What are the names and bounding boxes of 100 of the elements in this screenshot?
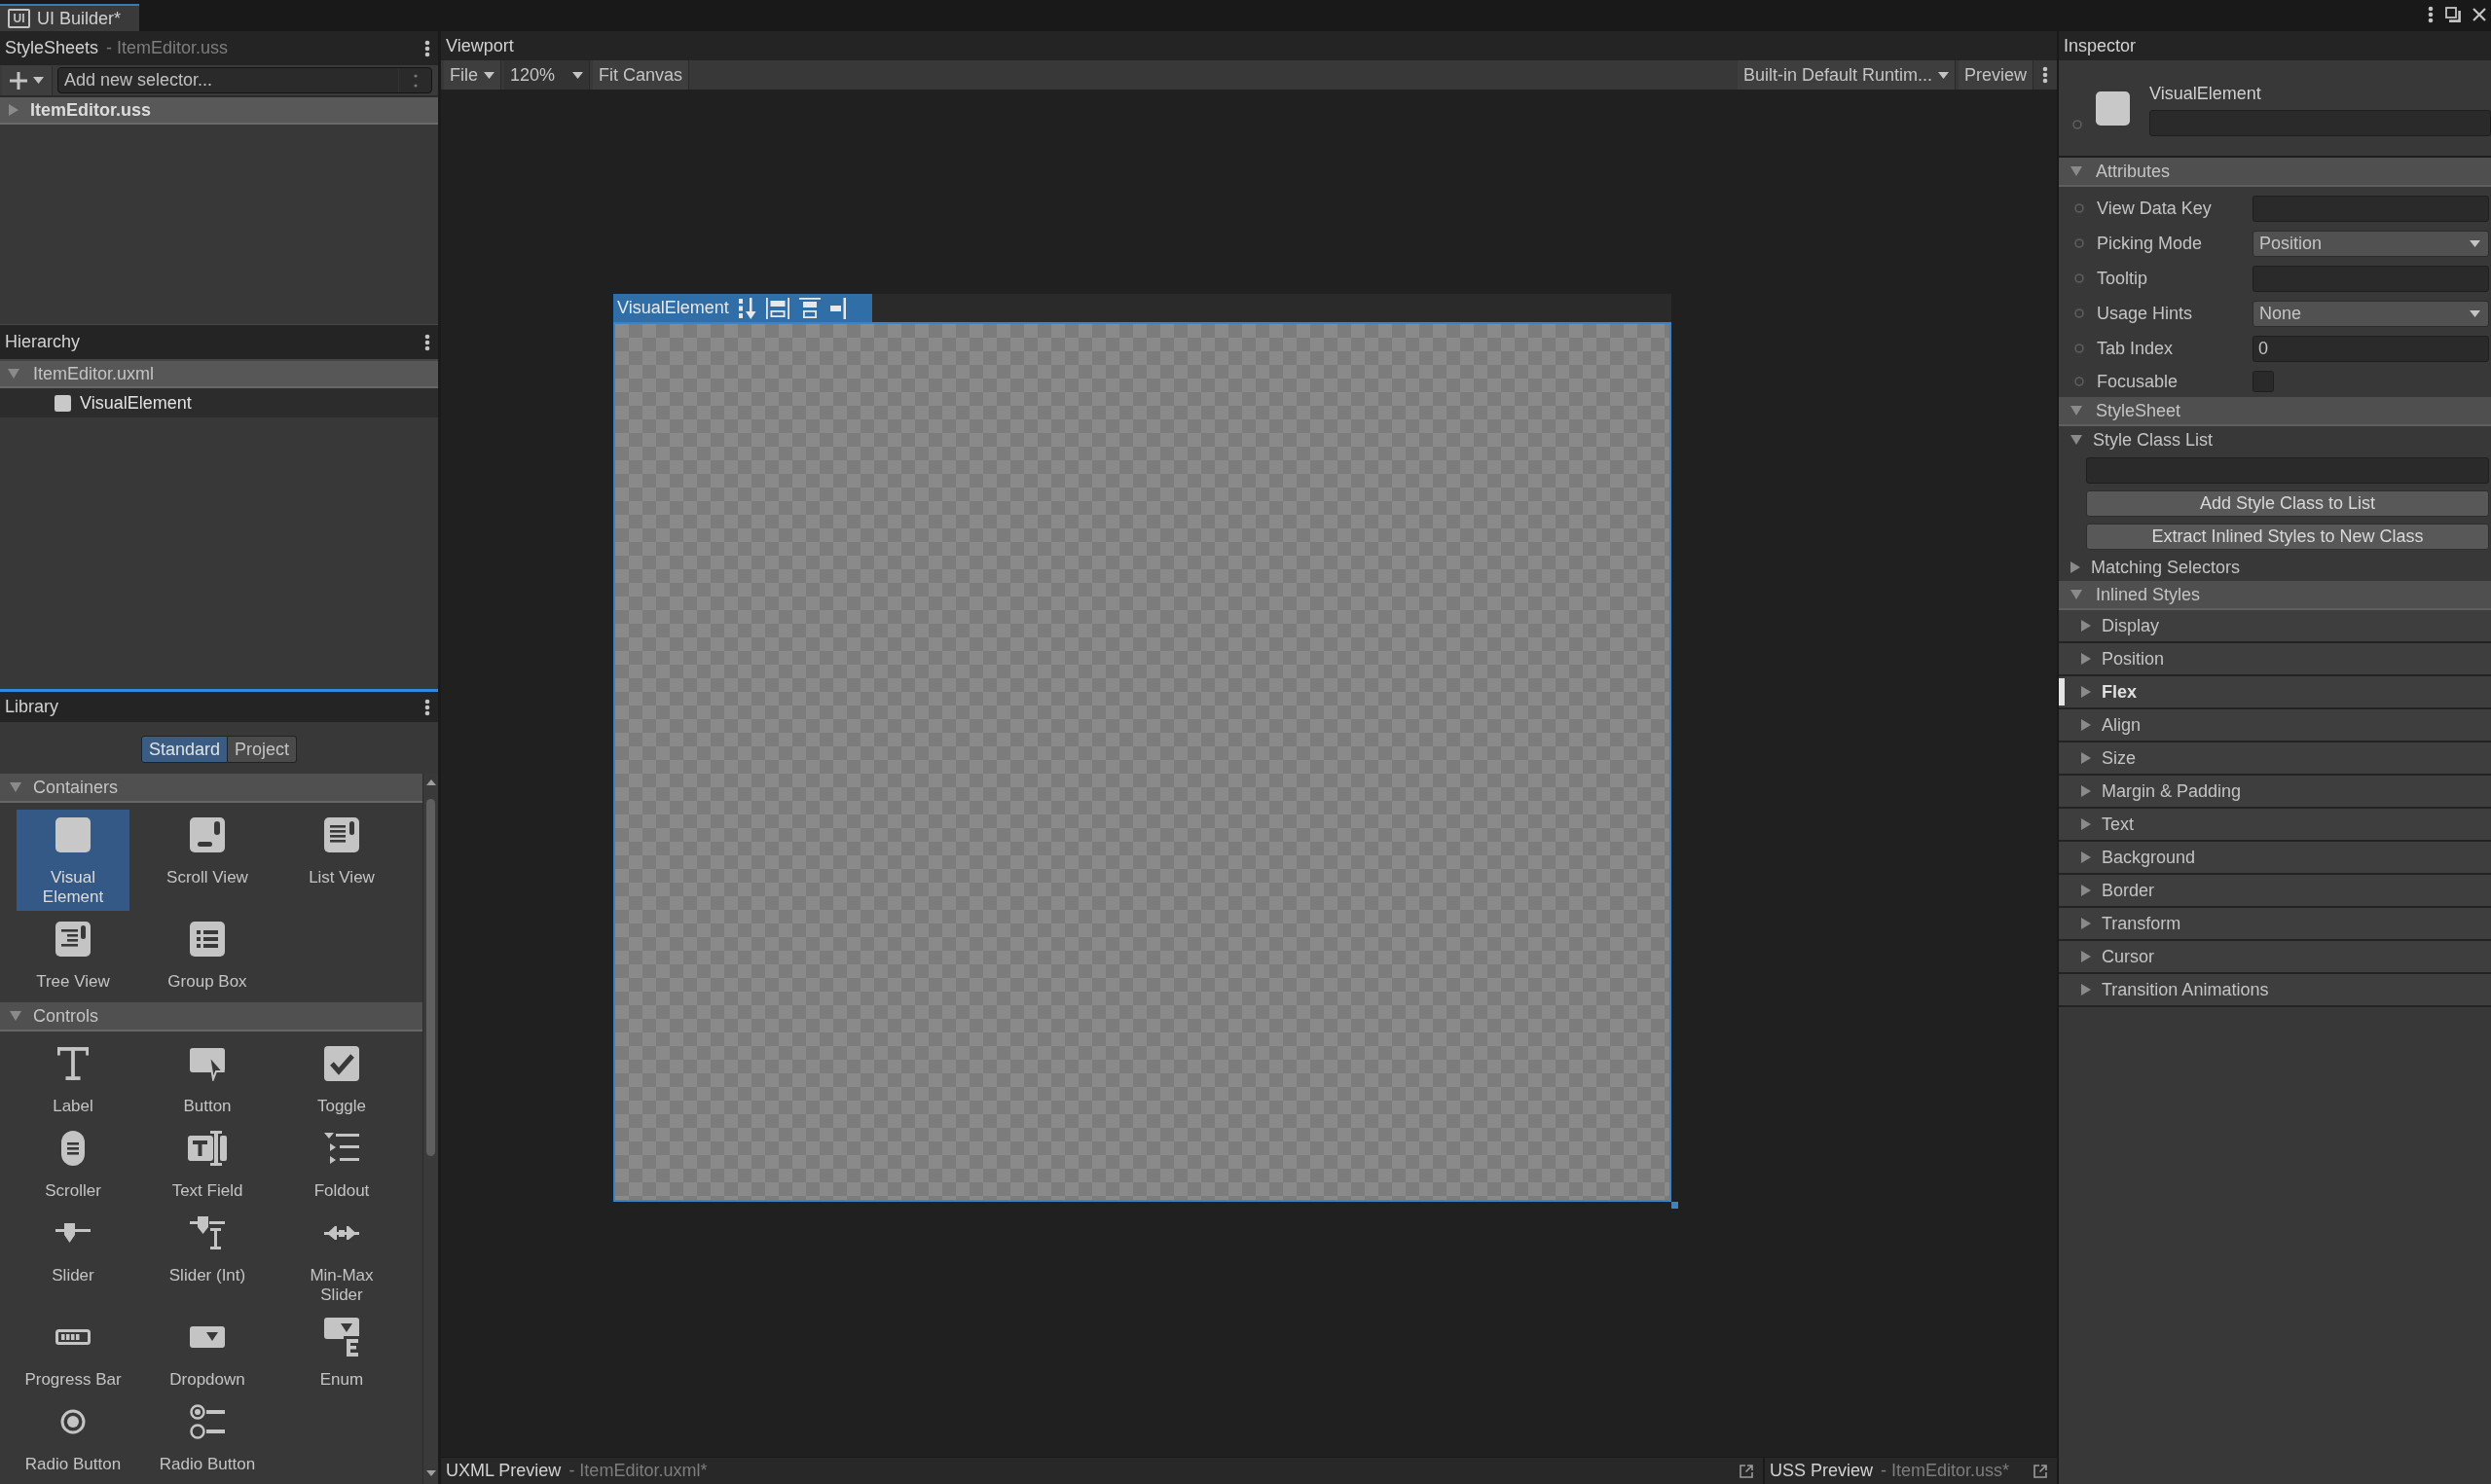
disclosure-triangle-icon[interactable] bbox=[2070, 435, 2082, 445]
disclosure-triangle-icon[interactable] bbox=[10, 1011, 21, 1021]
maximize-icon[interactable] bbox=[2445, 7, 2461, 22]
section-header[interactable]: Controls bbox=[0, 1002, 422, 1032]
library-item[interactable]: Dropdown bbox=[151, 1312, 264, 1394]
style-group-header[interactable]: Transition Animations bbox=[2059, 974, 2491, 1007]
colon-icon[interactable] bbox=[413, 73, 418, 88]
disclosure-triangle-icon[interactable] bbox=[2081, 719, 2091, 731]
kebab-menu-icon[interactable] bbox=[2428, 6, 2434, 23]
library-item[interactable]: Slider (Int) bbox=[151, 1208, 264, 1289]
dropdown-field[interactable]: Position bbox=[2253, 230, 2489, 257]
align-right-icon[interactable] bbox=[829, 297, 846, 319]
dropdown-field[interactable]: None bbox=[2253, 300, 2489, 327]
selector-field[interactable]: Add new selector... bbox=[57, 67, 432, 93]
selected-element-tab[interactable]: VisualElement bbox=[613, 294, 872, 322]
foldout-header[interactable]: Matching Selectors bbox=[2059, 554, 2491, 581]
disclosure-triangle-icon[interactable] bbox=[2070, 166, 2082, 176]
fit-canvas-button[interactable]: Fit Canvas bbox=[593, 60, 690, 90]
disclosure-triangle-icon[interactable] bbox=[2081, 885, 2091, 896]
kebab-menu-icon[interactable] bbox=[424, 39, 430, 57]
window-tab[interactable]: UI UI Builder* bbox=[0, 4, 139, 31]
action-button[interactable]: Add Style Class to List bbox=[2086, 490, 2489, 517]
library-item[interactable]: Text Field bbox=[151, 1123, 264, 1205]
kebab-menu-icon[interactable] bbox=[2042, 66, 2048, 84]
kebab-menu-icon[interactable] bbox=[424, 698, 430, 716]
disclosure-triangle-icon[interactable] bbox=[10, 782, 21, 792]
text-field[interactable]: 0 bbox=[2253, 335, 2489, 362]
style-group-header[interactable]: Display bbox=[2059, 610, 2491, 643]
open-external-icon[interactable] bbox=[2033, 1464, 2047, 1478]
library-item[interactable]: Slider bbox=[17, 1208, 129, 1289]
open-external-icon[interactable] bbox=[1740, 1464, 1753, 1478]
section-header[interactable]: StyleSheet bbox=[2059, 397, 2491, 426]
action-button[interactable]: Extract Inlined Styles to New Class bbox=[2086, 524, 2489, 550]
library-item[interactable]: List View bbox=[285, 810, 398, 891]
library-item[interactable]: Radio Button bbox=[151, 1396, 264, 1478]
library-item[interactable]: Button bbox=[151, 1038, 264, 1120]
library-item[interactable]: Label bbox=[17, 1038, 129, 1120]
section-header[interactable]: Inlined Styles bbox=[2059, 581, 2491, 610]
style-group-header[interactable]: Cursor bbox=[2059, 941, 2491, 974]
style-group-header[interactable]: Background bbox=[2059, 842, 2491, 875]
library-item[interactable]: Scroll View bbox=[151, 810, 264, 891]
library-item[interactable]: Progress Bar bbox=[17, 1312, 129, 1394]
stylesheet-item[interactable]: ItemEditor.uss bbox=[0, 97, 438, 125]
disclosure-triangle-icon[interactable] bbox=[2081, 785, 2091, 797]
disclosure-triangle-icon[interactable] bbox=[2081, 918, 2091, 929]
library-item[interactable]: Enum bbox=[285, 1312, 398, 1394]
disclosure-triangle-icon[interactable] bbox=[2070, 561, 2080, 573]
style-group-header[interactable]: Position bbox=[2059, 643, 2491, 676]
disclosure-triangle-icon[interactable] bbox=[2081, 984, 2091, 995]
resize-handle[interactable] bbox=[1671, 1202, 1678, 1209]
disclosure-triangle-icon[interactable] bbox=[2081, 752, 2091, 764]
text-field[interactable] bbox=[2253, 195, 2489, 222]
section-header[interactable]: Attributes bbox=[2059, 158, 2491, 187]
style-group-header[interactable]: Size bbox=[2059, 742, 2491, 776]
disclosure-triangle-icon[interactable] bbox=[2081, 686, 2091, 698]
library-item[interactable]: Tree View bbox=[17, 914, 129, 995]
name-field[interactable] bbox=[2149, 110, 2491, 136]
style-group-header[interactable]: Margin & Padding bbox=[2059, 776, 2491, 809]
scroll-down-icon[interactable] bbox=[425, 1470, 436, 1476]
library-item[interactable]: Min-Max Slider bbox=[285, 1208, 398, 1309]
preview-title[interactable]: UXML Preview bbox=[446, 1461, 562, 1481]
preview-button[interactable]: Preview bbox=[1958, 60, 2033, 90]
checkbox[interactable] bbox=[2253, 371, 2274, 392]
stacked-bars-icon[interactable] bbox=[765, 297, 789, 319]
style-group-header[interactable]: Flex bbox=[2059, 676, 2491, 709]
style-group-header[interactable]: Align bbox=[2059, 709, 2491, 742]
add-selector-button[interactable] bbox=[2, 65, 53, 95]
library-item[interactable]: Scroller bbox=[17, 1123, 129, 1205]
library-tab[interactable]: Project bbox=[228, 736, 298, 763]
library-tab[interactable]: Standard bbox=[140, 736, 228, 763]
style-group-header[interactable]: Transform bbox=[2059, 908, 2491, 941]
disclosure-triangle-icon[interactable] bbox=[2081, 818, 2091, 830]
disclosure-triangle-icon[interactable] bbox=[2070, 590, 2082, 599]
disclosure-triangle-icon[interactable] bbox=[2081, 620, 2091, 632]
text-field[interactable] bbox=[2253, 265, 2489, 292]
disclosure-triangle-icon[interactable] bbox=[9, 104, 18, 116]
library-item[interactable]: Group Box bbox=[151, 914, 264, 995]
library-item[interactable]: Radio Button bbox=[17, 1396, 129, 1478]
scrollbar-thumb[interactable] bbox=[426, 799, 435, 1156]
library-item[interactable]: Toggle bbox=[285, 1038, 398, 1120]
hierarchy-item[interactable]: ItemEditor.uxml bbox=[0, 361, 438, 388]
zoom-dropdown[interactable]: 120% bbox=[504, 60, 590, 90]
scroll-up-icon[interactable] bbox=[425, 779, 436, 785]
disclosure-triangle-icon[interactable] bbox=[2081, 653, 2091, 665]
align-top-icon[interactable] bbox=[798, 297, 821, 319]
disclosure-triangle-icon[interactable] bbox=[2081, 851, 2091, 863]
hierarchy-item[interactable]: VisualElement bbox=[0, 388, 438, 417]
disclosure-triangle-icon[interactable] bbox=[8, 369, 19, 379]
kebab-menu-icon[interactable] bbox=[424, 333, 430, 351]
library-item[interactable]: Foldout bbox=[285, 1123, 398, 1205]
file-menu[interactable]: File bbox=[444, 60, 501, 90]
close-icon[interactable] bbox=[2473, 8, 2486, 21]
section-header[interactable]: Containers bbox=[0, 774, 422, 803]
disclosure-triangle-icon[interactable] bbox=[2081, 951, 2091, 962]
theme-dropdown[interactable]: Built-in Default Runtim... bbox=[1737, 60, 1956, 90]
library-item[interactable]: Visual Element bbox=[17, 810, 129, 911]
style-group-header[interactable]: Text bbox=[2059, 809, 2491, 842]
style-group-header[interactable]: Border bbox=[2059, 875, 2491, 908]
foldout-header[interactable]: Style Class List bbox=[2059, 426, 2491, 453]
disclosure-triangle-icon[interactable] bbox=[2070, 406, 2082, 416]
